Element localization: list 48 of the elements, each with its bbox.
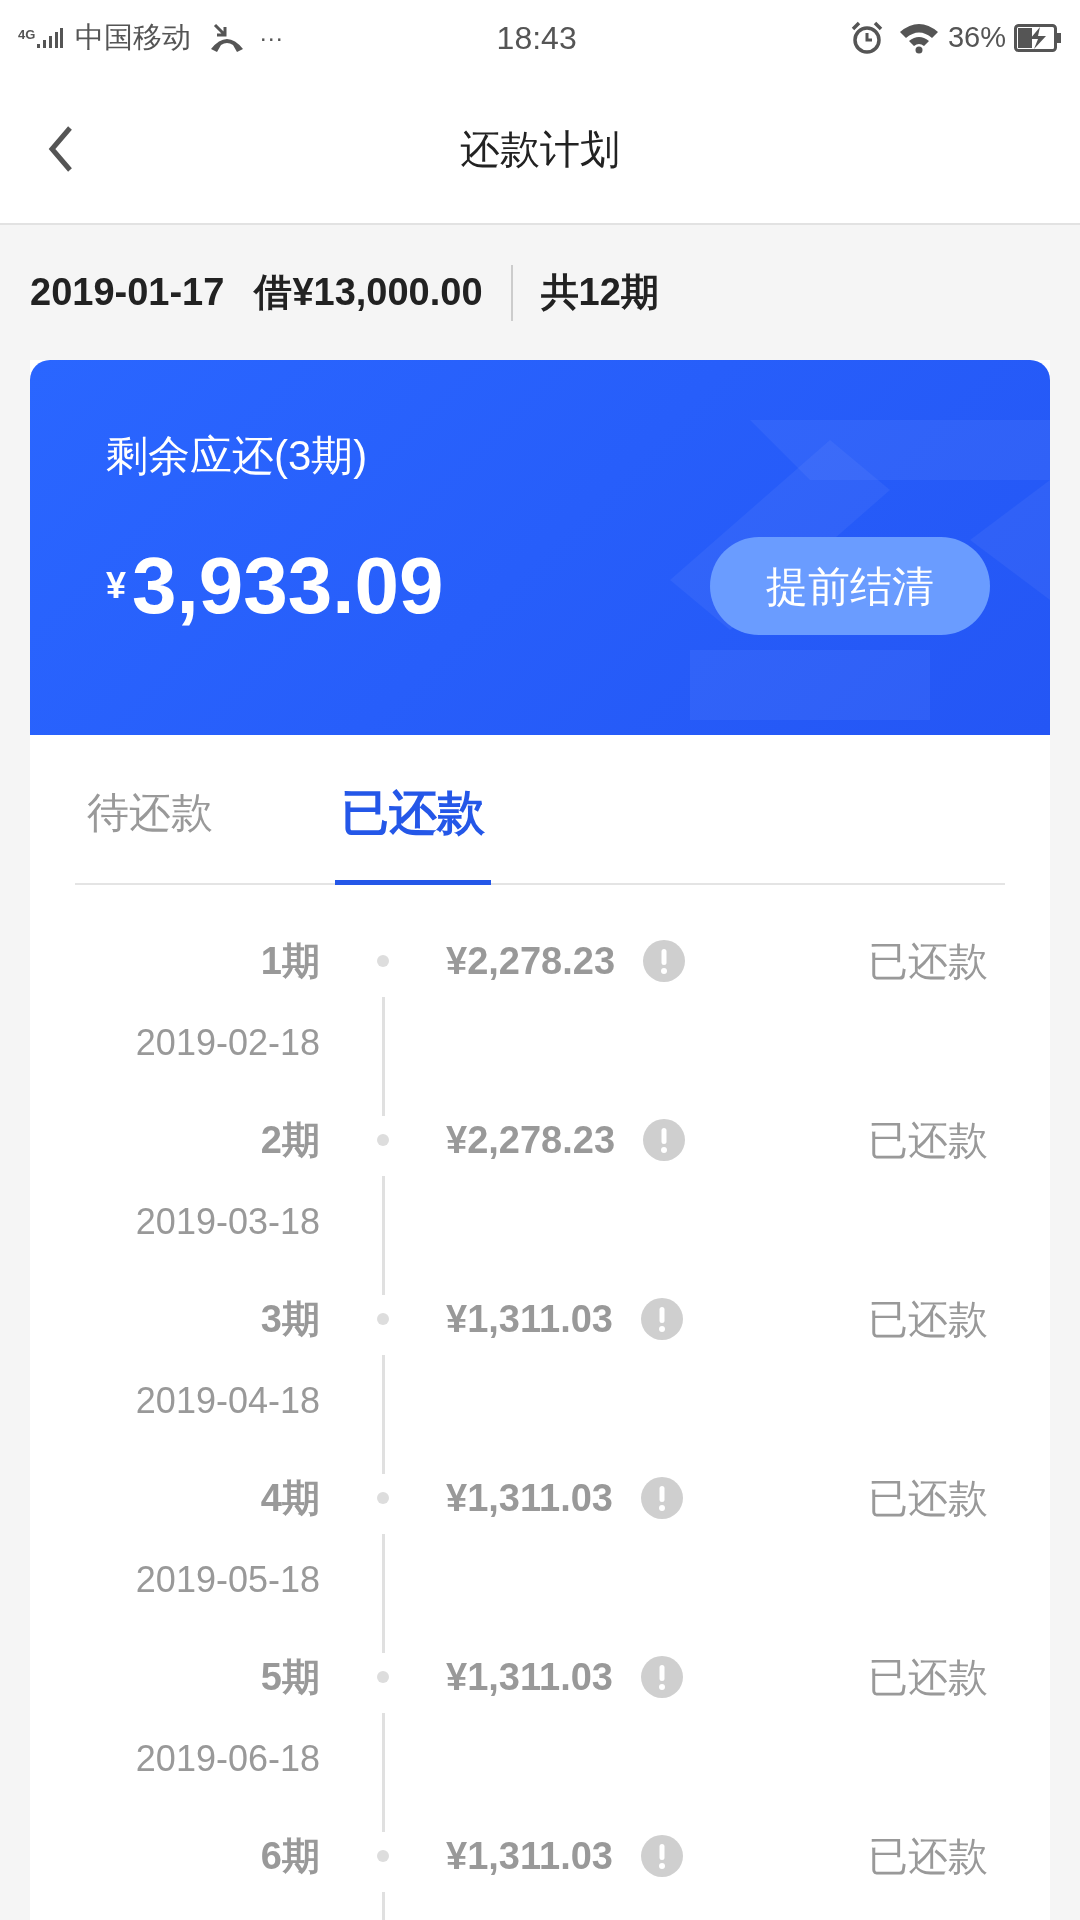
tab[interactable]: 待还款	[75, 735, 225, 885]
period-number: 3期	[260, 1297, 320, 1342]
total-periods: 共12期	[540, 270, 659, 315]
clock-time: 18:43	[496, 18, 577, 58]
payment-amount: ¥1,311.03	[446, 1475, 613, 1521]
due-date: 2019-06-18	[135, 1737, 320, 1781]
info-icon[interactable]	[640, 1477, 683, 1519]
period-number: 1期	[260, 939, 320, 984]
info-icon[interactable]	[640, 1835, 683, 1877]
info-icon[interactable]	[643, 940, 686, 982]
payment-amount: ¥1,311.03	[446, 1833, 613, 1879]
tab[interactable]: 已还款	[335, 735, 491, 885]
payment-status: 已还款	[868, 1296, 988, 1343]
payment-amount: ¥1,311.03	[446, 1296, 613, 1342]
due-date: 2019-02-18	[135, 1021, 320, 1065]
payment-amount: ¥1,311.03	[446, 1654, 613, 1700]
loan-date: 2019-01-17	[30, 270, 225, 315]
page-title: 还款计划	[460, 126, 620, 173]
info-icon[interactable]	[640, 1656, 683, 1698]
due-date: 2019-05-18	[135, 1558, 320, 1602]
remaining-label: 剩余应还(3期)	[106, 431, 369, 481]
carrier-name: 中国移动	[75, 19, 192, 55]
payment-status: 已还款	[868, 1117, 988, 1164]
payment-status: 已还款	[868, 1475, 988, 1522]
more-notifications: ···	[259, 22, 284, 53]
due-date: 2019-03-18	[135, 1200, 320, 1244]
info-icon[interactable]	[643, 1119, 686, 1161]
network-type: 4G	[18, 27, 36, 41]
remaining-amount: 3,933.09	[132, 546, 444, 626]
period-number: 2期	[260, 1118, 320, 1163]
payment-status: 已还款	[868, 1654, 988, 1701]
period-number: 4期	[260, 1476, 320, 1521]
alarm-icon	[849, 20, 884, 55]
payment-status: 已还款	[868, 1833, 988, 1880]
signal-icon	[37, 27, 64, 48]
settle-early-button[interactable]: 提前结清	[710, 537, 990, 635]
due-date: 2019-04-18	[135, 1379, 320, 1423]
period-number: 5期	[260, 1655, 320, 1700]
currency-symbol: ¥	[106, 564, 127, 608]
payment-status: 已还款	[868, 938, 988, 985]
battery-charging-icon	[1014, 23, 1062, 52]
back-icon[interactable]	[48, 125, 74, 173]
period-number: 6期	[260, 1834, 320, 1879]
battery-percent: 36%	[947, 19, 1006, 55]
payment-amount: ¥2,278.23	[446, 1117, 616, 1163]
loan-amount: 借¥13,000.00	[254, 270, 483, 315]
info-icon[interactable]	[640, 1298, 683, 1340]
payment-amount: ¥2,278.23	[446, 938, 616, 984]
